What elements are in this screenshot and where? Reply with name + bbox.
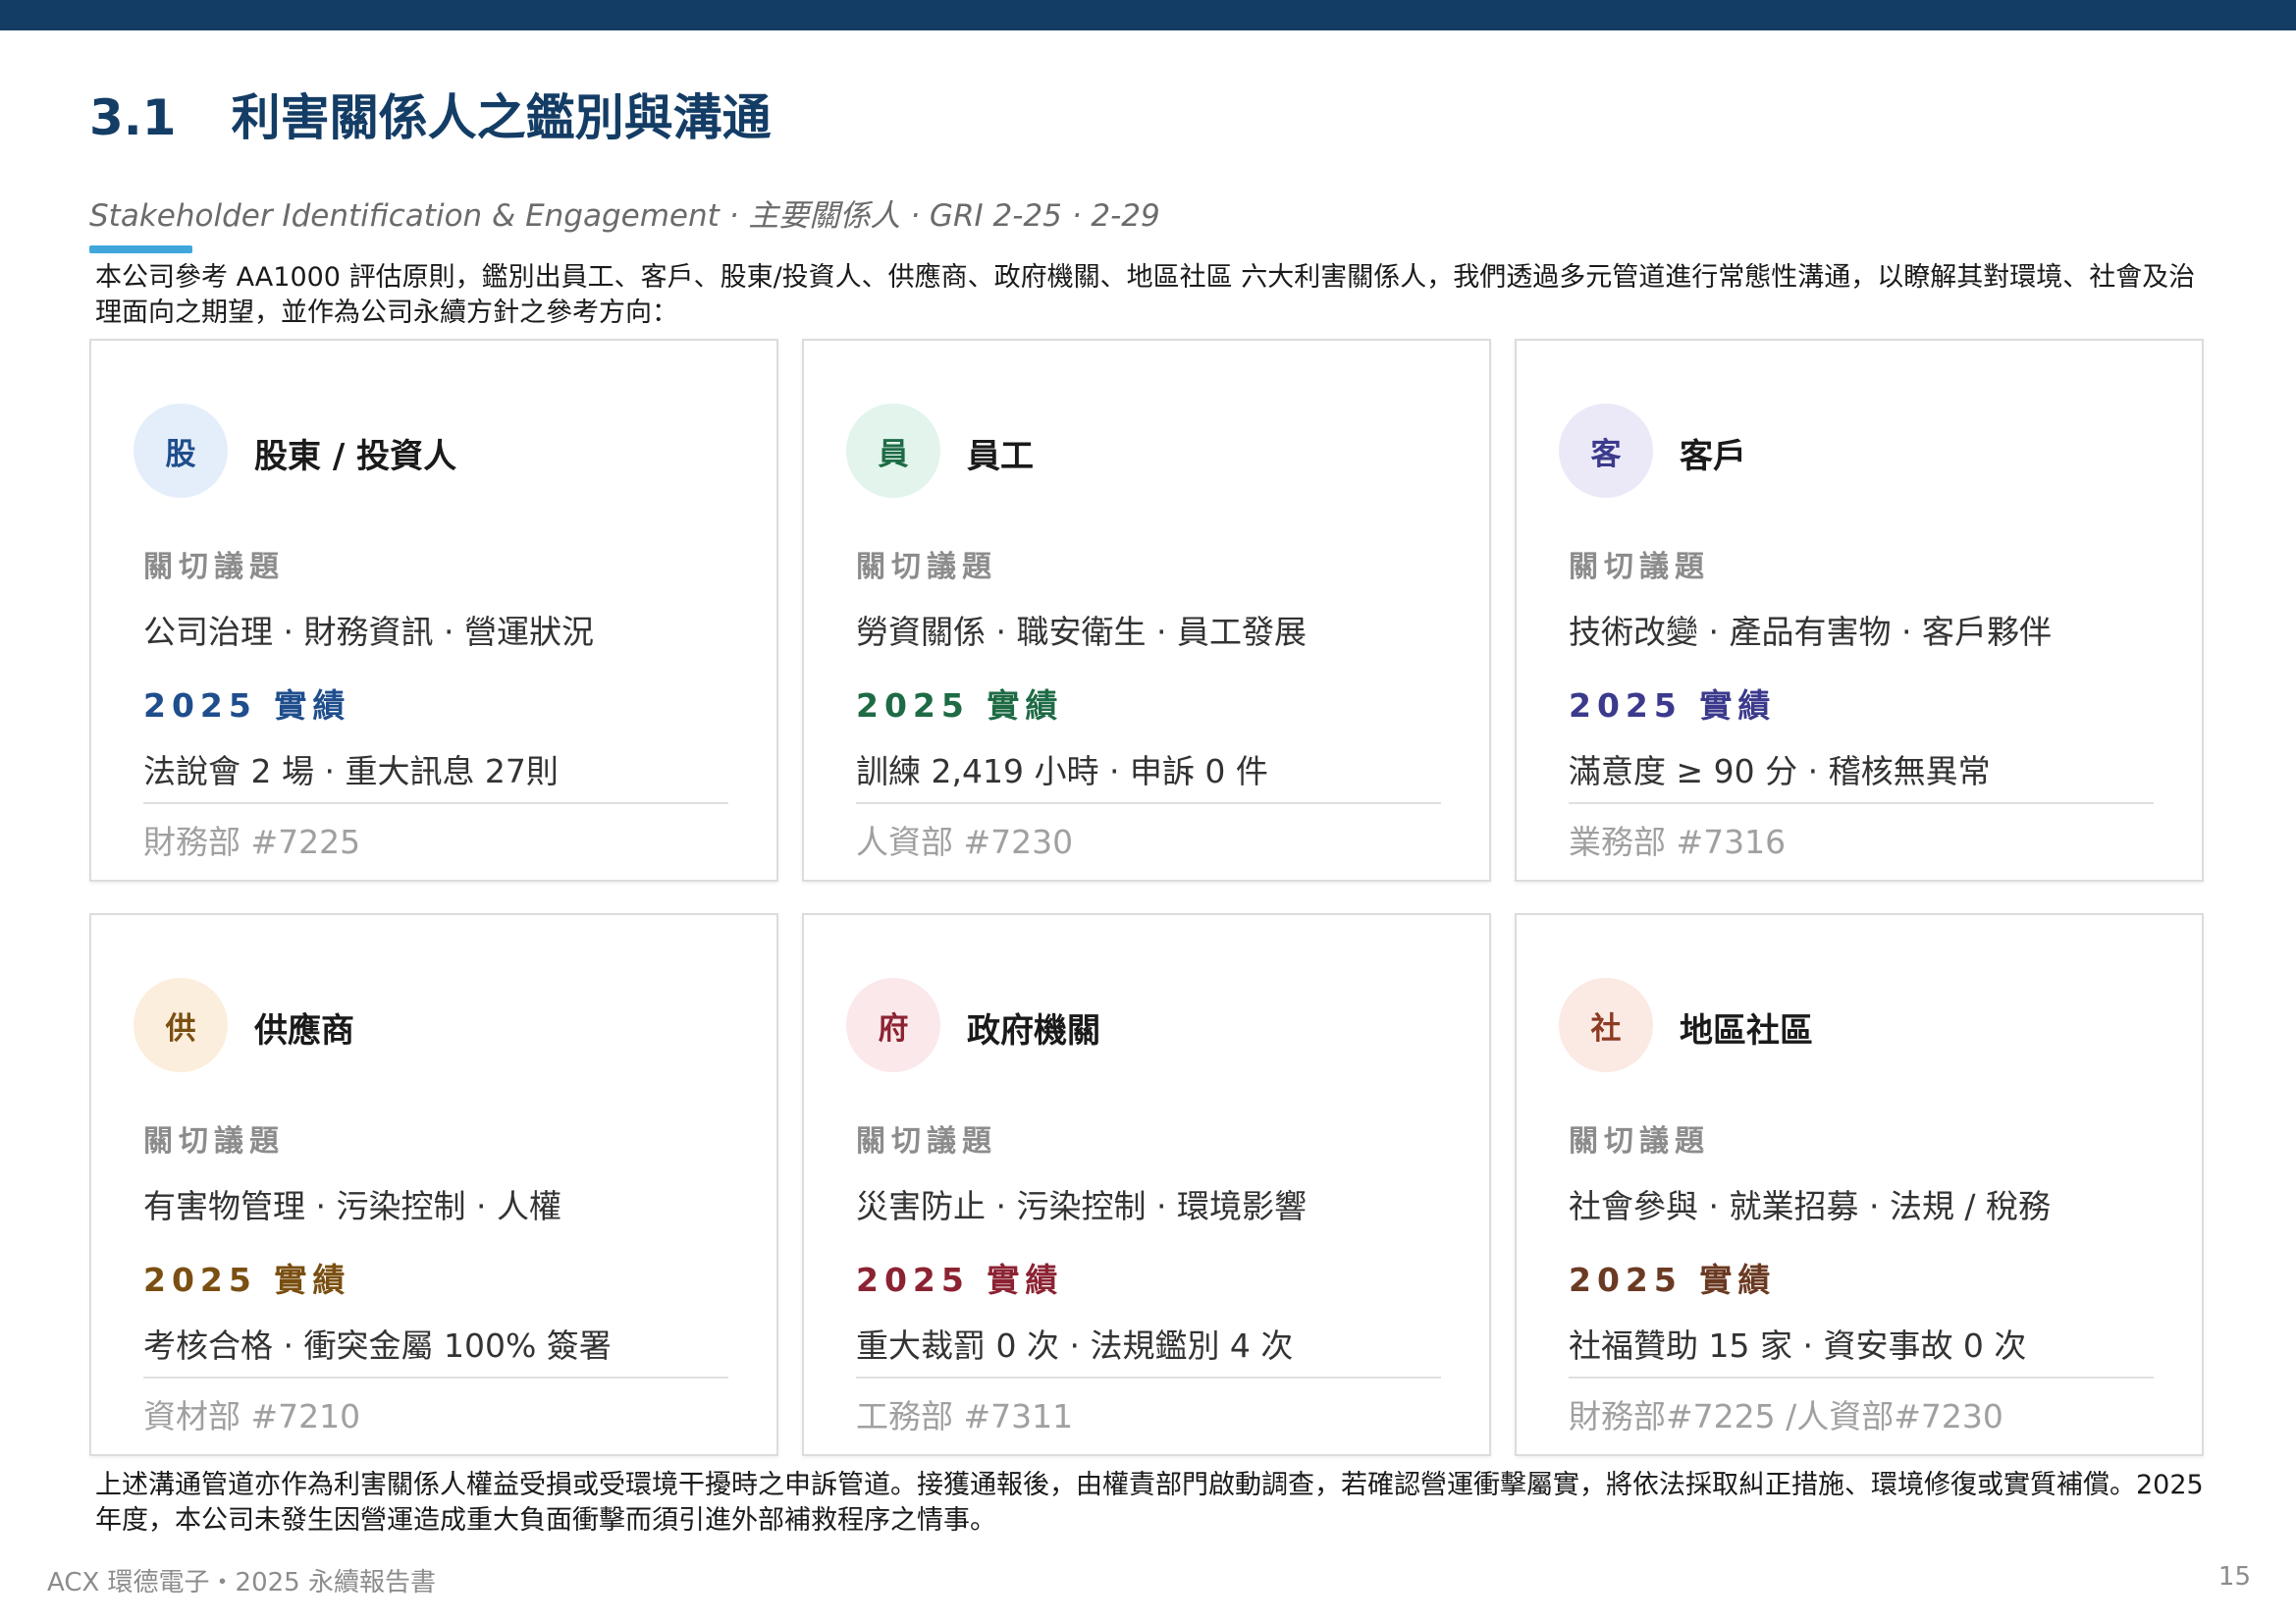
performance-label: 2025 實績 xyxy=(856,686,1064,725)
concerns-label: 關切議題 xyxy=(1569,550,1710,584)
stakeholder-name: 客戶 xyxy=(1680,437,1746,476)
performance-text: 重大裁罰 0 次 · 法規鑑別 4 次 xyxy=(856,1326,1294,1365)
card-divider xyxy=(1569,802,2154,804)
concerns-label: 關切議題 xyxy=(143,1124,285,1159)
contact-text: 業務部 #7316 xyxy=(1569,823,1787,861)
concerns-text: 社會參與 · 就業招募 · 法規 / 稅務 xyxy=(1569,1187,2052,1225)
concerns-label: 關切議題 xyxy=(1569,1124,1710,1159)
card-divider xyxy=(856,1377,1441,1379)
stakeholder-card-employees: 員 員工 關切議題 勞資關係 · 職安衛生 · 員工發展 2025 實績 訓練 … xyxy=(802,339,1491,882)
stakeholder-card-suppliers: 供 供應商 關切議題 有害物管理 · 污染控制 · 人權 2025 實績 考核合… xyxy=(89,913,778,1456)
intro-paragraph: 本公司參考 AA1000 評估原則，鑑別出員工、客戶、股東/投資人、供應商、政府… xyxy=(95,262,2196,328)
stakeholder-name: 政府機關 xyxy=(967,1011,1100,1051)
page-number: 15 xyxy=(2217,1562,2251,1592)
stakeholder-name: 供應商 xyxy=(254,1011,354,1051)
stakeholder-card-customers: 客 客戶 關切議題 技術改變 · 產品有害物 · 客戶夥伴 2025 實績 滿意… xyxy=(1515,339,2204,882)
contact-text: 財務部 #7225 xyxy=(143,823,361,861)
concerns-text: 災害防止 · 污染控制 · 環境影響 xyxy=(856,1187,1307,1225)
concerns-text: 技術改變 · 產品有害物 · 客戶夥伴 xyxy=(1569,613,2052,651)
outro-paragraph: 上述溝通管道亦作為利害關係人權益受損或受環境干擾時之申訴管道。接獲通報後，由權責… xyxy=(95,1470,2204,1536)
performance-label: 2025 實績 xyxy=(143,1261,351,1299)
concerns-text: 有害物管理 · 污染控制 · 人權 xyxy=(143,1187,561,1225)
performance-text: 訓練 2,419 小時 · 申訴 0 件 xyxy=(856,752,1268,790)
accent-line xyxy=(89,245,192,253)
stakeholder-card-shareholders: 股 股東 / 投資人 關切議題 公司治理 · 財務資訊 · 營運狀況 2025 … xyxy=(89,339,778,882)
card-divider xyxy=(143,1377,728,1379)
section-number: 3.1 xyxy=(89,89,177,146)
contact-text: 資材部 #7210 xyxy=(143,1397,361,1435)
concerns-text: 公司治理 · 財務資訊 · 營運狀況 xyxy=(143,613,594,651)
supplier-badge-icon: 供 xyxy=(133,978,228,1072)
performance-text: 考核合格 · 衝突金屬 100% 簽署 xyxy=(143,1326,612,1365)
card-divider xyxy=(143,802,728,804)
concerns-text: 勞資關係 · 職安衛生 · 員工發展 xyxy=(856,613,1307,651)
concerns-label: 關切議題 xyxy=(143,550,285,584)
stakeholder-card-government: 府 政府機關 關切議題 災害防止 · 污染控制 · 環境影響 2025 實績 重… xyxy=(802,913,1491,1456)
performance-text: 社福贊助 15 家 · 資安事故 0 次 xyxy=(1569,1326,2027,1365)
performance-label: 2025 實績 xyxy=(1569,1261,1777,1299)
contact-text: 工務部 #7311 xyxy=(856,1397,1074,1435)
customer-badge-icon: 客 xyxy=(1559,404,1653,498)
stakeholder-name: 員工 xyxy=(967,437,1034,476)
employee-badge-icon: 員 xyxy=(846,404,940,498)
card-divider xyxy=(856,802,1441,804)
concerns-label: 關切議題 xyxy=(856,1124,997,1159)
stakeholder-card-community: 社 地區社區 關切議題 社會參與 · 就業招募 · 法規 / 稅務 2025 實… xyxy=(1515,913,2204,1456)
performance-label: 2025 實績 xyxy=(143,686,351,725)
page-title: 利害關係人之鑑別與溝通 xyxy=(231,89,772,146)
contact-text: 人資部 #7230 xyxy=(856,823,1074,861)
shareholder-badge-icon: 股 xyxy=(133,404,228,498)
performance-text: 法說會 2 場 · 重大訊息 27則 xyxy=(143,752,559,790)
page-subtitle: Stakeholder Identification & Engagement … xyxy=(89,198,1160,234)
top-banner xyxy=(0,0,2296,30)
performance-label: 2025 實績 xyxy=(1569,686,1777,725)
card-divider xyxy=(1569,1377,2154,1379)
performance-label: 2025 實績 xyxy=(856,1261,1064,1299)
section-heading: 3.1 利害關係人之鑑別與溝通 xyxy=(89,79,772,149)
government-badge-icon: 府 xyxy=(846,978,940,1072)
footer-report-title: ACX 環德電子・2025 永續報告書 xyxy=(47,1568,436,1597)
stakeholder-name: 地區社區 xyxy=(1680,1011,1813,1051)
stakeholder-name: 股東 / 投資人 xyxy=(254,437,457,476)
community-badge-icon: 社 xyxy=(1559,978,1653,1072)
contact-text: 財務部#7225 /人資部#7230 xyxy=(1569,1397,2003,1435)
concerns-label: 關切議題 xyxy=(856,550,997,584)
performance-text: 滿意度 ≥ 90 分 · 稽核無異常 xyxy=(1569,752,1991,790)
